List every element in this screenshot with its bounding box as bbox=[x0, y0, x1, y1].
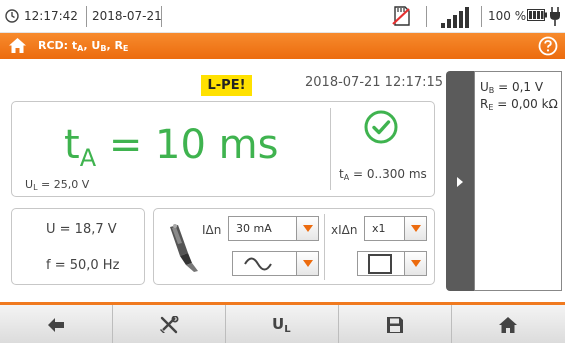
settings-button[interactable] bbox=[113, 305, 226, 343]
multiplier-label: xIΔn bbox=[331, 223, 358, 237]
status-separator bbox=[86, 6, 87, 27]
home-icon bbox=[499, 317, 517, 333]
battery-icon bbox=[527, 9, 547, 21]
home-icon[interactable] bbox=[8, 37, 27, 54]
measurement-datetime: 2018-07-21 12:17:15 bbox=[305, 75, 444, 90]
title-bar: RCD: tA, UB, RE bbox=[0, 33, 565, 59]
expand-arrow-icon bbox=[457, 177, 463, 187]
re-value: RE = 0,00 kΩ bbox=[480, 97, 558, 112]
frequency-value: f = 50,0 Hz bbox=[46, 258, 120, 273]
status-separator bbox=[161, 6, 162, 27]
main-result: tA = 10 ms bbox=[64, 122, 279, 172]
save-icon bbox=[387, 317, 403, 333]
ub-value: UB = 0,1 V bbox=[480, 80, 544, 95]
status-date: 2018-07-21 bbox=[92, 9, 162, 23]
chevron-down-icon[interactable] bbox=[404, 252, 426, 275]
chevron-down-icon[interactable] bbox=[296, 217, 318, 240]
multiplier-dropdown[interactable]: x1 bbox=[364, 216, 427, 241]
voltage-frequency-panel bbox=[11, 208, 145, 285]
status-separator bbox=[481, 6, 482, 27]
tools-icon bbox=[160, 316, 179, 334]
chevron-down-icon[interactable] bbox=[404, 217, 426, 240]
status-bar: 12:17:42 2018-07-21 100 % bbox=[0, 0, 565, 33]
status-separator bbox=[426, 6, 427, 27]
back-arrow-icon bbox=[48, 318, 64, 332]
battery-percent: 100 % bbox=[488, 9, 527, 23]
chevron-down-icon[interactable] bbox=[296, 252, 318, 275]
home-button[interactable] bbox=[452, 305, 565, 343]
signal-strength-icon bbox=[441, 7, 469, 28]
square-icon bbox=[368, 254, 392, 274]
back-button[interactable] bbox=[0, 305, 113, 343]
help-icon[interactable] bbox=[538, 36, 558, 56]
sine-wave-icon bbox=[244, 257, 272, 271]
ul-value: UL = 25,0 V bbox=[25, 178, 90, 192]
status-time: 12:17:42 bbox=[24, 9, 78, 23]
no-sd-card-icon bbox=[392, 6, 410, 26]
waveform-dropdown[interactable] bbox=[232, 251, 319, 276]
clock-icon bbox=[5, 9, 19, 23]
shape-dropdown[interactable] bbox=[357, 251, 427, 276]
probe-icon bbox=[170, 224, 198, 272]
save-button[interactable] bbox=[339, 305, 452, 343]
idn-dropdown[interactable]: 30 mA bbox=[228, 216, 319, 241]
check-icon bbox=[364, 110, 398, 144]
ul-button[interactable]: UL bbox=[226, 305, 339, 343]
idn-value: 30 mA bbox=[236, 222, 272, 235]
page-title: RCD: tA, UB, RE bbox=[38, 39, 129, 53]
side-panel-toggle[interactable] bbox=[446, 71, 474, 291]
warning-badge: L-PE! bbox=[201, 75, 252, 96]
plug-icon bbox=[550, 7, 560, 26]
limit-range: tA = 0..300 ms bbox=[339, 167, 427, 182]
ul-button-label: UL bbox=[272, 315, 291, 335]
multiplier-value: x1 bbox=[372, 222, 386, 235]
voltage-value: U = 18,7 V bbox=[46, 222, 117, 237]
panel-divider bbox=[330, 108, 331, 190]
idn-label: IΔn bbox=[202, 223, 222, 237]
bottom-toolbar: UL bbox=[0, 302, 565, 343]
panel-divider bbox=[324, 214, 325, 280]
